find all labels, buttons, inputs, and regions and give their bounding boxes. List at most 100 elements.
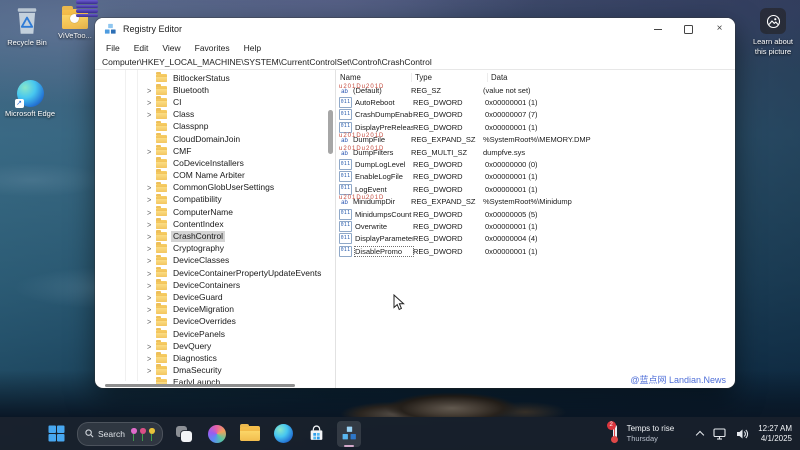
tree-item-label[interactable]: DeviceMigration: [171, 304, 236, 315]
value-row-autoreboot[interactable]: 011 AutoReboot REG_DWORD 0x00000001 (1): [336, 96, 735, 109]
value-name[interactable]: Overwrite: [355, 222, 413, 231]
close-button[interactable]: ×: [704, 18, 735, 40]
tree-item-cmf[interactable]: > CMF: [95, 145, 335, 157]
task-view-button[interactable]: [172, 421, 196, 447]
microsoft-store-button[interactable]: [304, 421, 328, 447]
tree-item-label[interactable]: DeviceClasses: [171, 255, 231, 266]
chevron-right-icon[interactable]: >: [147, 280, 156, 290]
tree-item-classpnp[interactable]: Classpnp: [95, 120, 335, 133]
tree-item-cryptography[interactable]: > Cryptography: [95, 242, 335, 255]
chevron-right-icon[interactable]: >: [147, 317, 156, 327]
menu-favorites[interactable]: Favorites: [188, 43, 237, 53]
copilot-button[interactable]: [205, 421, 229, 447]
value-row--default-[interactable]: ab(Default)REG_SZ(value not set): [336, 84, 735, 96]
tree-item-devicemigration[interactable]: > DeviceMigration: [95, 303, 335, 316]
tree-item-label[interactable]: CommonGlobUserSettings: [171, 182, 276, 193]
edge-desktop-shortcut[interactable]: ↗ Microsoft Edge: [2, 80, 58, 118]
start-button[interactable]: [44, 421, 68, 447]
registry-path[interactable]: Computer\HKEY_LOCAL_MACHINE\SYSTEM\Curre…: [102, 57, 432, 67]
tree-item-label[interactable]: DeviceGuard: [171, 292, 225, 303]
value-name[interactable]: DisplayParameters: [355, 234, 413, 243]
chevron-right-icon[interactable]: >: [147, 365, 156, 375]
chevron-right-icon[interactable]: >: [147, 146, 156, 156]
tree-item-deviceguard[interactable]: > DeviceGuard: [95, 291, 335, 303]
search-box[interactable]: Search: [77, 421, 163, 446]
weather-widget[interactable]: 2 Temps to rise Thursday: [606, 420, 674, 444]
tree-horizontal-scrollbar[interactable]: [105, 384, 295, 387]
chevron-right-icon[interactable]: >: [147, 341, 156, 351]
tree-item-label[interactable]: Bluetooth: [171, 85, 211, 96]
value-row-overwrite[interactable]: 011 Overwrite REG_DWORD 0x00000001 (1): [336, 220, 735, 232]
tree-item-bluetooth[interactable]: > Bluetooth: [95, 84, 335, 96]
tree-item-label[interactable]: CI: [171, 97, 184, 108]
column-header-data[interactable]: Data: [487, 73, 735, 82]
tree-item-devicecontainerpropertyupdateevents[interactable]: > DeviceContainerPropertyUpdateEvents: [95, 266, 335, 279]
tree-item-label[interactable]: DeviceContainerPropertyUpdateEvents: [171, 268, 323, 279]
tree-item-codeviceinstallers[interactable]: CoDeviceInstallers: [95, 157, 335, 169]
maximize-button[interactable]: [673, 18, 704, 40]
value-name[interactable]: EnableLogFile: [355, 172, 413, 181]
tree-item-class[interactable]: > Class: [95, 108, 335, 121]
tree-item-deviceclasses[interactable]: > DeviceClasses: [95, 254, 335, 267]
chevron-right-icon[interactable]: >: [147, 304, 156, 314]
chevron-right-icon[interactable]: >: [147, 85, 156, 95]
value-row-crashdumpenabl-[interactable]: 011CrashDumpEnabl...REG_DWORD 0x00000007 …: [336, 109, 735, 121]
tree-item-label[interactable]: CMF: [171, 146, 193, 157]
menu-view[interactable]: View: [155, 43, 187, 53]
value-row-dumpfilters[interactable]: abDumpFiltersREG_MULTI_SZdumpfve.sys: [336, 146, 735, 158]
title-bar[interactable]: Registry Editor ×: [95, 18, 735, 40]
tree-item-label[interactable]: DeviceOverrides: [171, 316, 238, 327]
chevron-right-icon[interactable]: >: [147, 256, 156, 266]
value-name[interactable]: CrashDumpEnabl...: [355, 110, 413, 119]
tree-item-label[interactable]: Classpnp: [171, 121, 210, 132]
tree-item-ci[interactable]: > CI: [95, 96, 335, 108]
column-header-name[interactable]: Name: [336, 73, 411, 82]
address-bar[interactable]: Computer\HKEY_LOCAL_MACHINE\SYSTEM\Curre…: [95, 55, 735, 70]
column-header-type[interactable]: Type: [411, 73, 487, 82]
chevron-right-icon[interactable]: >: [147, 292, 156, 302]
tree-item-devquery[interactable]: > DevQuery: [95, 340, 335, 352]
tree-item-label[interactable]: DevQuery: [171, 341, 213, 352]
tree-item-deviceoverrides[interactable]: > DeviceOverrides: [95, 315, 335, 328]
tree-item-commonglobusersettings[interactable]: > CommonGlobUserSettings: [95, 181, 335, 194]
tree-item-label[interactable]: Class: [171, 109, 196, 120]
tree-item-label[interactable]: Compatibility: [171, 194, 224, 205]
network-icon[interactable]: [713, 427, 727, 440]
value-name[interactable]: AutoReboot: [355, 98, 413, 107]
tree-item-computername[interactable]: > ComputerName: [95, 206, 335, 218]
value-row-displayparameters[interactable]: 011 DisplayParameters REG_DWORD 0x00000004 …: [336, 233, 735, 245]
recycle-bin-shortcut[interactable]: Recycle Bin: [2, 6, 52, 47]
minimize-button[interactable]: [642, 18, 673, 40]
value-name[interactable]: DisplayPreReleas...: [355, 123, 413, 132]
registry-hive-file-icon[interactable]: [76, 0, 98, 17]
chevron-right-icon[interactable]: >: [147, 244, 156, 254]
value-name[interactable]: DisablePromo: [354, 245, 414, 257]
learn-about-picture-button[interactable]: Learn about this picture: [745, 8, 800, 56]
tree-item-bitlockerstatus[interactable]: BitlockerStatus: [95, 71, 335, 84]
value-row-disablepromo[interactable]: 011 DisablePromo REG_DWORD 0x00000001 (1): [336, 245, 735, 257]
chevron-right-icon[interactable]: >: [147, 195, 156, 205]
volume-icon[interactable]: [736, 428, 749, 440]
value-name[interactable]: DumpLogLevel: [355, 160, 413, 169]
chevron-right-icon[interactable]: >: [147, 353, 156, 363]
tree-item-crashcontrol[interactable]: > CrashControl: [95, 230, 335, 243]
tree-item-label[interactable]: BitlockerStatus: [171, 73, 232, 84]
tree-item-devicepanels[interactable]: DevicePanels: [95, 327, 335, 340]
value-name[interactable]: MinidumpsCount: [355, 210, 413, 219]
registry-editor-taskbar-button[interactable]: [337, 420, 361, 447]
tree-item-contentindex[interactable]: > ContentIndex: [95, 218, 335, 230]
value-row-enablelogfile[interactable]: 011 EnableLogFile REG_DWORD 0x00000001 (1): [336, 171, 735, 183]
chevron-right-icon[interactable]: >: [147, 109, 156, 119]
values-pane[interactable]: Name Type Data ab(Default)REG_SZ(value n…: [336, 70, 735, 388]
tree-item-dmasecurity[interactable]: > DmaSecurity: [95, 364, 335, 377]
show-hidden-icons-button[interactable]: [696, 430, 704, 438]
chevron-right-icon[interactable]: >: [147, 231, 156, 241]
tree-item-devicecontainers[interactable]: > DeviceContainers: [95, 279, 335, 291]
value-row-displayprereleas-[interactable]: 011DisplayPreReleas...REG_DWORD 0x0000000…: [336, 121, 735, 133]
chevron-right-icon[interactable]: >: [147, 219, 156, 229]
value-row-logevent[interactable]: 011 LogEvent REG_DWORD 0x00000001 (1): [336, 183, 735, 195]
menu-file[interactable]: File: [99, 43, 127, 53]
file-explorer-button[interactable]: [238, 421, 262, 447]
registry-tree[interactable]: BitlockerStatus > Bluetooth > CI > Class Classp…: [95, 70, 336, 388]
tree-item-label[interactable]: ComputerName: [171, 207, 235, 218]
